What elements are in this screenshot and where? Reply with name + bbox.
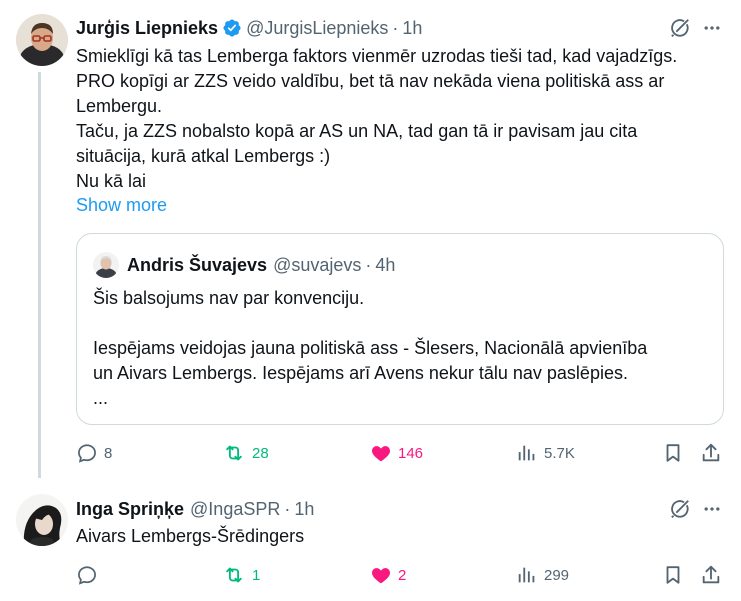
retweet-button[interactable]: 1 [222,563,260,587]
tweet-line: Lembergu. [76,96,163,116]
avatar[interactable] [16,494,68,546]
retweet-icon [222,564,246,586]
quote-author-name[interactable]: Andris Šuvajevs [127,255,267,276]
like-icon [370,442,392,464]
bookmark-button[interactable] [662,441,684,465]
retweet-button[interactable]: 28 [222,441,269,465]
avatar-column [16,14,68,66]
bookmark-icon [662,564,684,586]
quote-line: un Aivars Lembergs. Iespējams arī Avens … [93,363,628,383]
author-handle[interactable]: @IngaSPR [190,499,280,520]
verified-icon [222,18,242,38]
views-count: 5.7K [544,444,575,462]
tweet-header: Jurģis Liepnieks @JurgisLiepnieks · 1h [76,16,422,40]
share-button[interactable] [700,563,722,587]
quote-line: Iespējams veidojas jauna politiskā ass -… [93,338,648,358]
views-button[interactable]: 299 [516,563,569,587]
views-icon [516,564,538,586]
retweet-icon [222,442,246,464]
quote-timestamp[interactable]: 4h [375,255,395,276]
tweet-jurgis[interactable]: Jurģis Liepnieks @JurgisLiepnieks · 1h S… [0,0,741,480]
tweet-inga[interactable]: Inga Spriņķe @IngaSPR · 1h Aivars Lember… [0,480,741,601]
views-icon [516,442,538,464]
reply-icon [76,564,98,586]
separator-dot: · [392,17,399,38]
reply-button[interactable]: 8 [76,441,112,465]
timestamp[interactable]: 1h [294,499,314,520]
like-count: 2 [398,566,407,584]
grok-icon[interactable] [668,497,692,521]
thread-line [38,72,41,478]
show-more-link[interactable]: Show more [76,195,167,216]
share-icon [700,564,722,586]
tweet-header: Inga Spriņķe @IngaSPR · 1h [76,497,314,521]
quote-avatar [93,252,119,278]
quote-author-handle[interactable]: @suvajevs [273,255,361,276]
timestamp[interactable]: 1h [402,18,422,39]
avatar-column [16,494,68,546]
reply-count: 8 [104,444,113,462]
share-button[interactable] [700,441,722,465]
author-name[interactable]: Inga Spriņķe [76,499,184,520]
retweet-count: 28 [252,444,269,462]
quote-tweet[interactable]: Andris Šuvajevs @suvajevs · 4h Šis balso… [76,233,724,425]
tweet-line: PRO kopīgi ar ZZS veido valdību, bet tā … [76,71,665,91]
tweet-actions: 8 28 146 5.7K [76,441,726,465]
quote-header: Andris Šuvajevs @suvajevs · 4h [93,252,395,278]
tweet-line: Nu kā lai [76,171,147,191]
grok-icon[interactable] [668,16,692,40]
reply-button[interactable] [76,563,104,587]
author-handle[interactable]: @JurgisLiepnieks [246,18,388,39]
reply-icon [76,442,98,464]
tweet-text: Smieklīgi kā tas Lemberga faktors vienmē… [76,44,726,194]
tweet-actions: 1 2 299 [76,563,726,587]
separator-dot: · [365,254,372,275]
tweet-line: Smieklīgi kā tas Lemberga faktors vienmē… [76,46,678,66]
bookmark-button[interactable] [662,563,684,587]
more-icon[interactable] [700,16,724,40]
quote-line: Šis balsojums nav par konvenciju. [93,288,365,308]
like-button[interactable]: 2 [370,563,406,587]
retweet-count: 1 [252,566,261,584]
author-name[interactable]: Jurģis Liepnieks [76,18,218,39]
more-icon[interactable] [700,497,724,521]
tweet-line: situācija, kurā atkal Lembergs :) [76,146,331,166]
like-button[interactable]: 146 [370,441,423,465]
quote-line [93,311,713,336]
share-icon [700,442,722,464]
views-count: 299 [544,566,570,584]
quote-line: ... [93,388,109,408]
like-icon [370,564,392,586]
tweet-text: Aivars Lembergs-Šrēdingers [76,526,305,546]
quote-text: Šis balsojums nav par konvenciju. Iespēj… [93,286,713,411]
views-button[interactable]: 5.7K [516,441,575,465]
avatar[interactable] [16,14,68,66]
separator-dot: · [284,498,291,519]
bookmark-icon [662,442,684,464]
like-count: 146 [398,444,424,462]
tweet-line: Taču, ja ZZS nobalsto kopā ar AS un NA, … [76,121,638,141]
